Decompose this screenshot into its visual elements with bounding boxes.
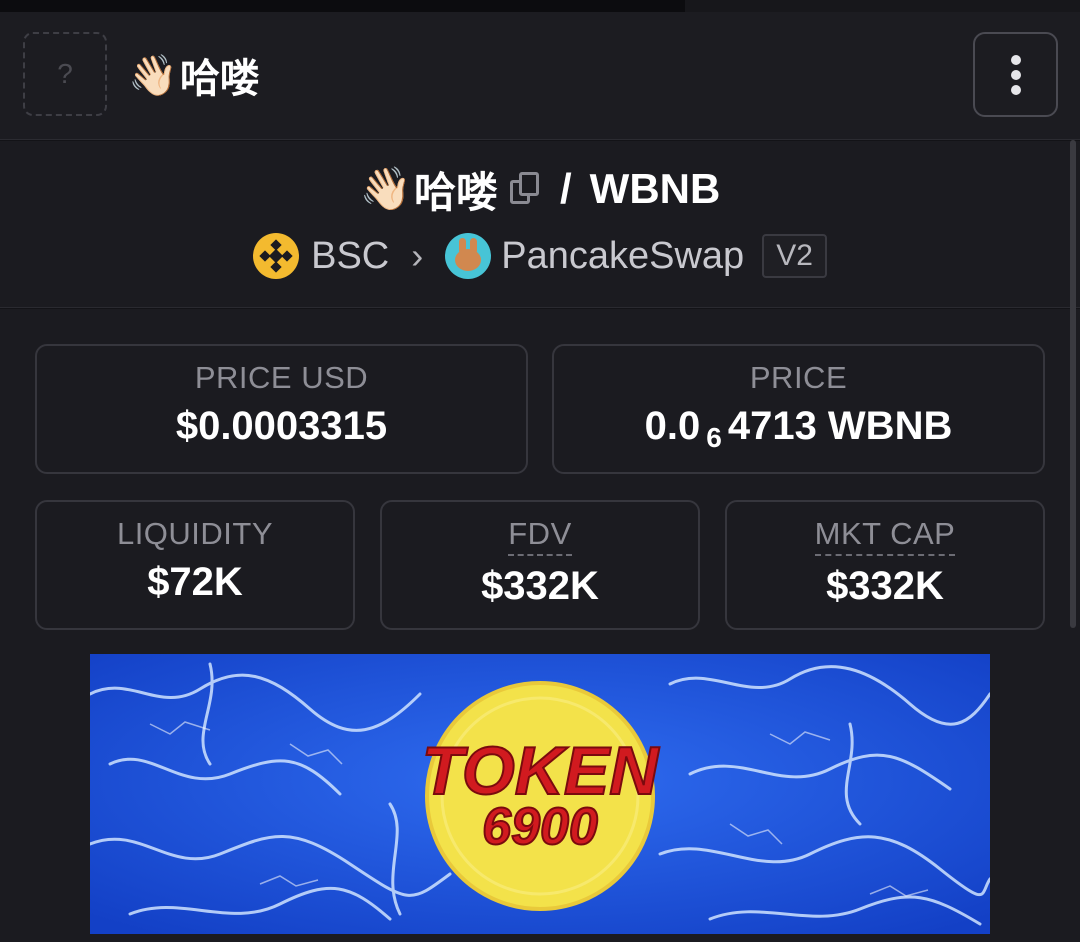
mktcap-value: $332K [826, 564, 944, 608]
token-banner-image: TOKEN 6900 [90, 654, 990, 934]
pair-title: 👋🏻 哈喽 / WBNB [0, 163, 1080, 216]
more-icon-dot [1010, 54, 1021, 65]
page-scrollbar[interactable] [1070, 140, 1076, 628]
chain-breadcrumb: BSC › PancakeSwap V2 [0, 231, 1080, 281]
price-native-label: PRICE [749, 360, 848, 395]
status-bar [0, 0, 1080, 12]
price-usd-card: PRICE USD $0.0003315 [35, 344, 528, 474]
more-options-button[interactable] [973, 32, 1058, 117]
mktcap-label[interactable]: MKT CAP [814, 516, 956, 556]
fdv-value: $332K [481, 564, 599, 608]
price-usd-value: $0.0003315 [175, 404, 388, 448]
liquidity-label: LIQUIDITY [116, 516, 274, 551]
fdv-card[interactable]: FDV $332K [380, 500, 700, 630]
pair-quote-token: WBNB [589, 165, 721, 212]
price-usd-label: PRICE USD [194, 360, 369, 395]
mktcap-card[interactable]: MKT CAP $332K [725, 500, 1045, 630]
pair-base-token: 哈喽 [413, 168, 498, 216]
token-avatar-placeholder: ? [23, 32, 107, 116]
dex-version-badge: V2 [762, 234, 827, 278]
fdv-label[interactable]: FDV [508, 516, 572, 556]
liquidity-value: $72K [147, 560, 243, 604]
chevron-right-icon: › [411, 235, 424, 276]
more-icon-dot [1010, 84, 1021, 95]
waving-hand-icon: 👋🏻 [128, 52, 178, 99]
more-icon-dot [1010, 69, 1021, 80]
chain-name-link[interactable]: BSC [311, 235, 389, 278]
price-zero-count: 6 [706, 422, 722, 453]
banner-artwork: TOKEN 6900 [90, 654, 990, 934]
bnb-chain-icon [253, 233, 300, 279]
waving-hand-icon: 👋🏻 [359, 164, 412, 213]
token-header: ? 👋🏻 哈喽 [0, 12, 1080, 140]
token-title: 👋🏻 哈喽 [128, 50, 260, 102]
banner-text-line2: 6900 [482, 798, 598, 856]
pair-separator: / [560, 165, 572, 212]
dex-name-link[interactable]: PancakeSwap [501, 235, 744, 278]
pancakeswap-icon [445, 233, 492, 279]
liquidity-card: LIQUIDITY $72K [35, 500, 355, 630]
pair-info: 👋🏻 哈喽 / WBNB BSC › PancakeSwap V2 [0, 141, 1080, 308]
price-native-value: 0.0 6 4713 WBNB [644, 404, 953, 453]
copy-icon[interactable] [510, 172, 540, 206]
status-bar-segment [685, 0, 1080, 12]
token-name: 哈喽 [179, 57, 260, 101]
price-native-card: PRICE 0.0 6 4713 WBNB [552, 344, 1045, 474]
